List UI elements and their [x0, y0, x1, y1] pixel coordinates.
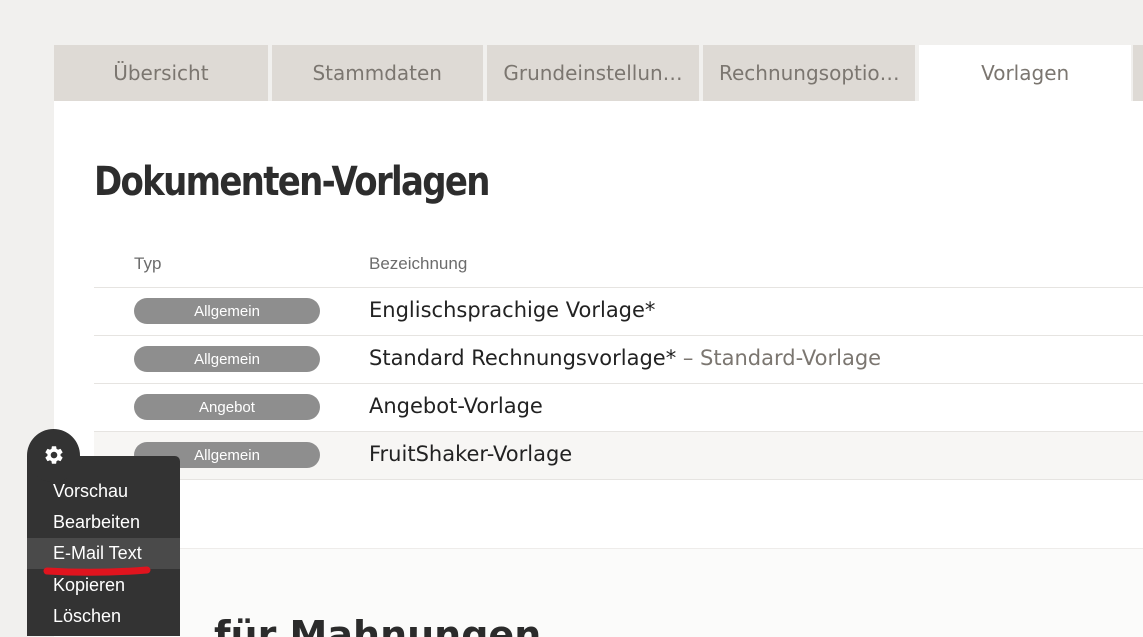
page-title: Dokumenten-Vorlagen — [94, 159, 490, 205]
tab-stammdaten[interactable]: Stammdaten — [271, 45, 483, 101]
table-row[interactable]: Allgemein Standard Rechnungsvorlage* – S… — [94, 336, 1143, 384]
menu-item-loeschen[interactable]: Löschen — [27, 601, 180, 632]
row-context-menu: Vorschau Bearbeiten E-Mail Text Kopieren… — [27, 456, 180, 636]
templates-panel: Dokumenten-Vorlagen Typ Bezeichnung Allg… — [54, 101, 1143, 548]
annotation-underline — [43, 566, 151, 576]
gear-icon — [44, 446, 63, 464]
template-name[interactable]: Standard Rechnungsvorlage* – Standard-Vo… — [369, 346, 881, 370]
template-name[interactable]: Englischsprachige Vorlage* — [369, 298, 655, 322]
tab-grundeinstellungen[interactable]: Grundeinstellun… — [486, 45, 700, 101]
table-row[interactable]: Angebot Angebot-Vorlage — [94, 384, 1143, 432]
tab-rechnungsoptionen[interactable]: Rechnungsoptio… — [703, 45, 916, 101]
tab-uebersicht[interactable]: Übersicht — [54, 45, 268, 101]
type-badge: Allgemein — [134, 346, 320, 372]
template-name[interactable]: Angebot-Vorlage — [369, 394, 543, 418]
template-name[interactable]: FruitShaker-Vorlage — [369, 442, 572, 466]
table-row[interactable]: Allgemein FruitShaker-Vorlage — [94, 432, 1143, 480]
menu-item-bearbeiten[interactable]: Bearbeiten — [27, 507, 180, 538]
column-header-type: Typ — [134, 254, 162, 273]
type-badge: Angebot — [134, 394, 320, 420]
tab-vorlagen[interactable]: Vorlagen — [919, 45, 1132, 101]
tab-overflow[interactable] — [1133, 45, 1143, 101]
column-header-name: Bezeichnung — [369, 254, 468, 273]
type-badge: Allgemein — [134, 298, 320, 324]
section-title: für Mahnungen — [214, 613, 542, 637]
table-header: Typ Bezeichnung — [94, 249, 1143, 288]
table-row[interactable]: Allgemein Englischsprachige Vorlage* — [94, 288, 1143, 336]
dunning-templates-section: für Mahnungen — [54, 548, 1143, 637]
row-actions-toggle[interactable] — [27, 429, 80, 482]
template-note: – Standard-Vorlage — [676, 346, 882, 370]
tab-bar: Übersicht Stammdaten Grundeinstellun… Re… — [54, 45, 1143, 101]
